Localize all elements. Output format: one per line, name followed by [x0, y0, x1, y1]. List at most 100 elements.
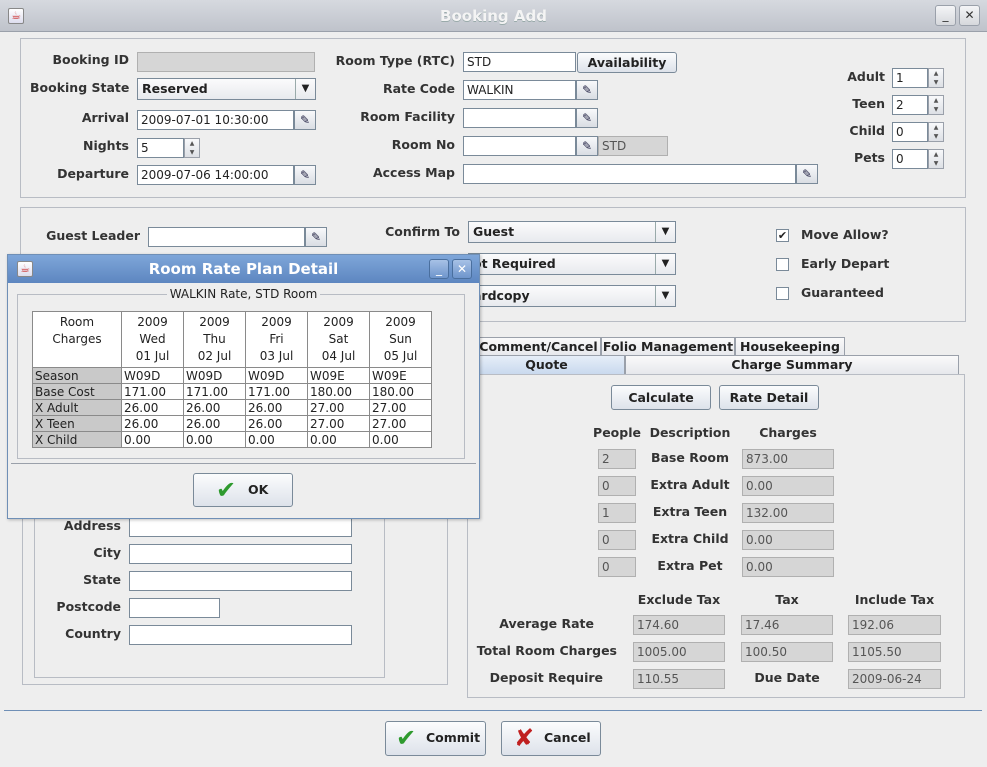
- arrival-picker-icon[interactable]: ✎: [294, 110, 316, 130]
- table-cell[interactable]: W09E: [369, 367, 432, 384]
- table-cell[interactable]: 27.00: [369, 415, 432, 432]
- state-field[interactable]: [129, 571, 352, 591]
- tab-comment-cancel[interactable]: Comment/Cancel: [476, 337, 601, 356]
- average-rate-incl: 192.06: [848, 615, 941, 635]
- guest-leader-field[interactable]: [148, 227, 305, 247]
- country-field[interactable]: [129, 625, 352, 645]
- dialog-separator: [11, 463, 476, 464]
- nights-spinner-icon[interactable]: ▲ ▼: [184, 138, 200, 158]
- calculate-button[interactable]: Calculate: [611, 385, 711, 410]
- ok-button[interactable]: ✔ OK: [193, 473, 293, 507]
- table-cell[interactable]: 26.00: [245, 399, 308, 416]
- teen-label: Teen: [852, 96, 885, 111]
- rate-detail-button[interactable]: Rate Detail: [719, 385, 819, 410]
- move-allow-checkbox[interactable]: ✔: [776, 229, 789, 242]
- table-cell[interactable]: W09E: [307, 367, 370, 384]
- booking-state-combo[interactable]: Reserved ▼: [137, 78, 316, 100]
- table-cell[interactable]: 0.00: [183, 431, 246, 448]
- minimize-icon[interactable]: _: [429, 259, 449, 279]
- close-icon[interactable]: ✕: [959, 5, 980, 26]
- departure-picker-icon[interactable]: ✎: [294, 165, 316, 185]
- room-facility-field[interactable]: [463, 108, 576, 128]
- confirm-to-combo[interactable]: Guest ▼: [468, 221, 676, 243]
- table-cell[interactable]: 27.00: [307, 415, 370, 432]
- requirement-combo[interactable]: ot Required ▼: [468, 253, 676, 275]
- table-cell[interactable]: 180.00: [307, 383, 370, 400]
- column-day: Thu: [203, 332, 226, 346]
- table-cell[interactable]: 171.00: [121, 383, 184, 400]
- table-cell[interactable]: W09D: [245, 367, 308, 384]
- chevron-down-icon[interactable]: ▼: [655, 222, 675, 242]
- table-cell[interactable]: 0.00: [121, 431, 184, 448]
- tab-quote[interactable]: Quote: [468, 355, 625, 374]
- close-icon[interactable]: ✕: [452, 259, 472, 279]
- column-day: Sun: [389, 332, 412, 346]
- adult-spinner-icon[interactable]: ▲ ▼: [928, 68, 944, 88]
- table-cell[interactable]: 26.00: [121, 399, 184, 416]
- table-cell[interactable]: 26.00: [121, 415, 184, 432]
- chevron-down-icon[interactable]: ▼: [295, 79, 315, 99]
- tab-charge-summary[interactable]: Charge Summary: [625, 355, 959, 374]
- cancel-button[interactable]: ✘ Cancel: [501, 721, 601, 756]
- table-cell[interactable]: W09D: [183, 367, 246, 384]
- teen-spinner-icon[interactable]: ▲ ▼: [928, 95, 944, 115]
- availability-button[interactable]: Availability: [577, 52, 677, 73]
- child-spinner-icon[interactable]: ▲ ▼: [928, 122, 944, 142]
- adult-label: Adult: [847, 69, 885, 84]
- rate-code-field[interactable]: WALKIN: [463, 80, 576, 100]
- table-corner-header: Room Charges: [32, 311, 122, 368]
- minimize-icon[interactable]: _: [935, 5, 956, 26]
- arrival-field[interactable]: 2009-07-01 10:30:00: [137, 110, 294, 130]
- table-cell[interactable]: 171.00: [183, 383, 246, 400]
- teen-field[interactable]: 2: [892, 95, 928, 115]
- table-row: Season W09D W09D W09D W09E W09E: [32, 367, 432, 384]
- city-field[interactable]: [129, 544, 352, 564]
- room-facility-label: Room Facility: [360, 109, 455, 124]
- table-cell[interactable]: W09D: [121, 367, 184, 384]
- room-type-field[interactable]: STD: [463, 52, 576, 72]
- address-field[interactable]: [129, 517, 352, 537]
- table-cell[interactable]: 0.00: [245, 431, 308, 448]
- table-cell[interactable]: 26.00: [245, 415, 308, 432]
- average-rate-excl: 174.60: [633, 615, 725, 635]
- rate-code-picker-icon[interactable]: ✎: [576, 80, 598, 100]
- table-cell[interactable]: 171.00: [245, 383, 308, 400]
- chevron-down-icon[interactable]: ▼: [655, 254, 675, 274]
- table-cell[interactable]: 27.00: [369, 399, 432, 416]
- column-year: 2009: [261, 315, 292, 329]
- charge-value: 132.00: [742, 503, 834, 523]
- table-cell[interactable]: 0.00: [369, 431, 432, 448]
- table-cell[interactable]: 0.00: [307, 431, 370, 448]
- guaranteed-checkbox[interactable]: [776, 287, 789, 300]
- postcode-field[interactable]: [129, 598, 220, 618]
- delivery-combo[interactable]: ardcopy ▼: [468, 285, 676, 307]
- early-depart-checkbox[interactable]: [776, 258, 789, 271]
- table-cell[interactable]: 180.00: [369, 383, 432, 400]
- pets-field[interactable]: 0: [892, 149, 928, 169]
- adult-field[interactable]: 1: [892, 68, 928, 88]
- chevron-down-icon[interactable]: ▼: [655, 286, 675, 306]
- table-cell[interactable]: 27.00: [307, 399, 370, 416]
- departure-field[interactable]: 2009-07-06 14:00:00: [137, 165, 294, 185]
- table-cell[interactable]: 26.00: [183, 399, 246, 416]
- tab-housekeeping[interactable]: Housekeeping: [735, 337, 845, 356]
- access-map-field[interactable]: [463, 164, 796, 184]
- row-header: X Teen: [32, 415, 122, 432]
- child-field[interactable]: 0: [892, 122, 928, 142]
- nights-field[interactable]: 5: [137, 138, 184, 158]
- table-cell[interactable]: 26.00: [183, 415, 246, 432]
- guest-leader-picker-icon[interactable]: ✎: [305, 227, 327, 247]
- pets-spinner-icon[interactable]: ▲ ▼: [928, 149, 944, 169]
- booking-state-value: Reserved: [142, 81, 208, 96]
- room-type-label: Room Type (RTC): [335, 53, 455, 68]
- column-year: 2009: [199, 315, 230, 329]
- room-no-field[interactable]: [463, 136, 576, 156]
- pets-label: Pets: [853, 150, 885, 165]
- rate-code-label: Rate Code: [382, 81, 455, 96]
- checkmark-icon: ✔: [216, 476, 237, 504]
- room-no-picker-icon[interactable]: ✎: [576, 136, 598, 156]
- room-facility-picker-icon[interactable]: ✎: [576, 108, 598, 128]
- commit-button[interactable]: ✔ Commit: [385, 721, 486, 756]
- access-map-picker-icon[interactable]: ✎: [796, 164, 818, 184]
- tab-folio-management[interactable]: Folio Management: [601, 337, 735, 356]
